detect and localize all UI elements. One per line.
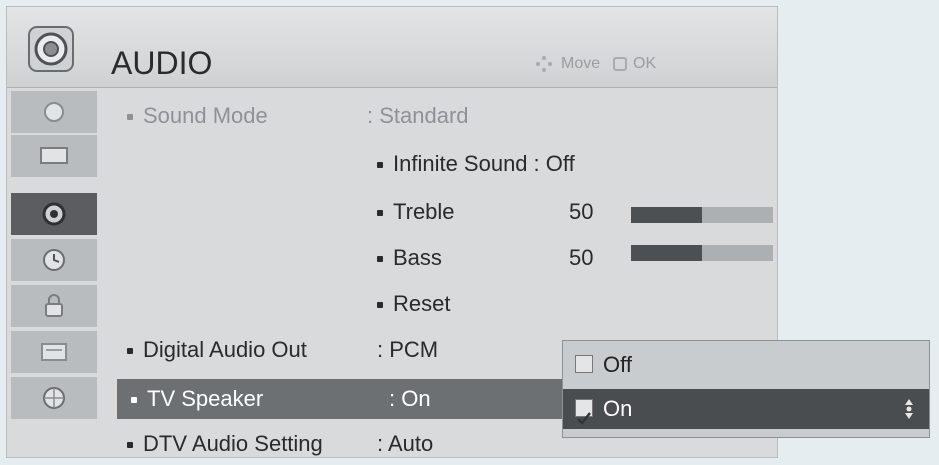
bass-value: 50	[569, 245, 594, 270]
option-menu-icon	[41, 343, 67, 361]
checked-checkbox-icon	[575, 399, 593, 425]
network-menu-icon	[43, 387, 65, 409]
dtv-audio-row[interactable]: DTV Audio Setting	[127, 425, 323, 463]
treble-value: 50	[569, 199, 594, 224]
sidebar-item-picture[interactable]	[11, 91, 97, 135]
ok-hint: OK	[633, 55, 657, 72]
treble-label: Treble	[393, 199, 455, 224]
sidebar-item-option[interactable]	[11, 331, 97, 375]
treble-level-fill	[631, 207, 702, 223]
tv-speaker-label-wrap: TV Speaker	[131, 380, 263, 418]
bullet-icon	[377, 162, 383, 169]
sidebar-item-lock[interactable]	[11, 285, 97, 329]
infinite-sound-label: Infinite Sound	[393, 151, 528, 176]
scroll-indicator-icon	[905, 399, 913, 419]
treble-row[interactable]: Treble	[377, 193, 455, 231]
bullet-icon	[377, 210, 383, 217]
reset-label: Reset	[393, 291, 451, 316]
page-title: AUDIO	[111, 45, 213, 81]
tv-speaker-options-popup: Off On	[562, 340, 930, 438]
bullet-icon	[377, 302, 383, 309]
ok-button-icon	[613, 57, 627, 71]
screen-menu-icon	[40, 147, 68, 164]
infinite-sound-value: : Off	[533, 151, 575, 176]
sound-mode-row[interactable]: Sound Mode	[127, 97, 268, 135]
bullet-icon	[127, 114, 133, 121]
bullet-icon	[127, 442, 133, 449]
category-sidebar	[7, 87, 97, 457]
option-on[interactable]: On	[563, 389, 929, 429]
sound-mode-label: Sound Mode	[143, 103, 268, 128]
reset-row[interactable]: Reset	[377, 285, 450, 323]
dtv-audio-value: : Auto	[377, 431, 434, 456]
infinite-sound-row[interactable]: Infinite Sound: Off	[377, 145, 575, 183]
digital-audio-out-value: : PCM	[377, 337, 439, 362]
bass-level-fill	[631, 245, 702, 261]
treble-level-bar[interactable]	[631, 207, 773, 223]
bullet-icon	[377, 256, 383, 263]
time-menu-icon	[43, 249, 65, 271]
option-on-label: On	[603, 396, 633, 421]
bass-row[interactable]: Bass	[377, 239, 442, 277]
move-hint: Move	[561, 55, 601, 72]
sidebar-item-time[interactable]	[11, 239, 97, 283]
bass-label: Bass	[393, 245, 442, 270]
move-arrows-icon	[536, 56, 552, 72]
menu-header: AUDIO Move OK	[7, 7, 777, 88]
tv-speaker-label: TV Speaker	[147, 386, 264, 411]
sidebar-item-network[interactable]	[11, 377, 97, 421]
option-off[interactable]: Off	[563, 345, 929, 385]
sidebar-item-audio[interactable]	[11, 193, 97, 237]
sidebar-item-screen[interactable]	[11, 135, 97, 179]
dtv-audio-label: DTV Audio Setting	[143, 431, 323, 456]
speaker-icon	[28, 26, 74, 72]
checkbox-icon	[575, 355, 593, 373]
digital-audio-out-label: Digital Audio Out	[143, 337, 307, 362]
tv-speaker-value: : On	[389, 386, 431, 411]
bullet-icon	[131, 397, 137, 404]
tv-speaker-row[interactable]: TV Speaker : On	[117, 379, 577, 419]
sound-mode-value: : Standard	[367, 103, 469, 128]
digital-audio-out-row[interactable]: Digital Audio Out	[127, 331, 307, 369]
bass-level-bar[interactable]	[631, 245, 773, 261]
option-off-label: Off	[603, 352, 632, 377]
lock-menu-icon	[45, 294, 63, 317]
picture-menu-icon	[44, 102, 64, 122]
audio-menu-icon	[42, 202, 66, 226]
bullet-icon	[127, 348, 133, 355]
